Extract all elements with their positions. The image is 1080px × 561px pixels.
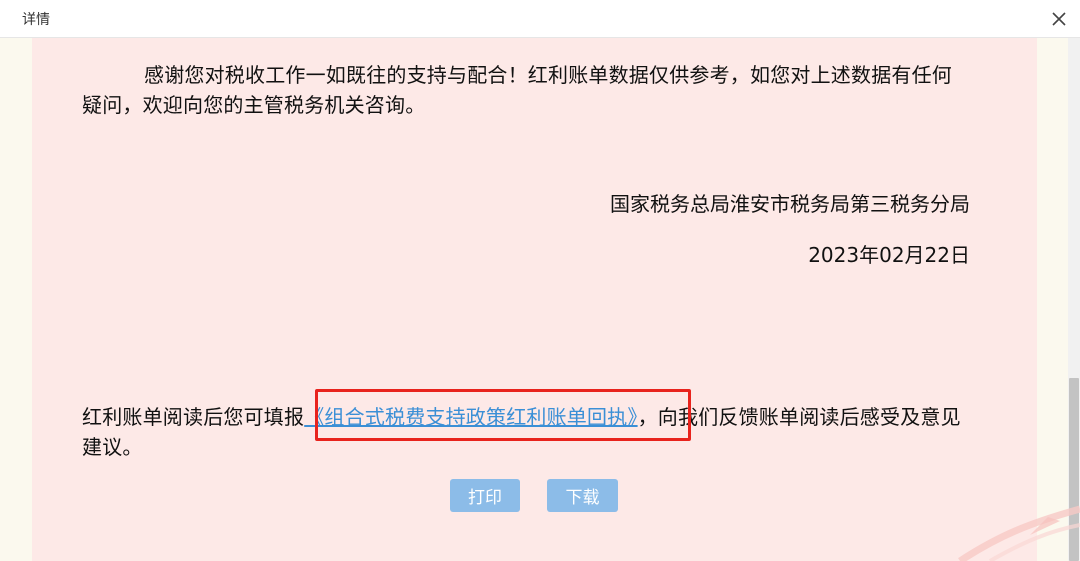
dialog-titlebar: 详情 bbox=[0, 0, 1080, 38]
close-icon bbox=[1052, 12, 1066, 26]
signature-date: 2023年02月22日 bbox=[808, 243, 970, 267]
receipt-form-link[interactable]: 《组合式税费支持政策红利账单回执》 bbox=[304, 405, 637, 429]
vertical-scrollbar[interactable] bbox=[1068, 38, 1080, 561]
download-button[interactable]: 下载 bbox=[547, 479, 618, 512]
right-margin bbox=[1037, 38, 1068, 561]
scrollbar-thumb[interactable] bbox=[1069, 378, 1079, 561]
left-margin bbox=[0, 38, 32, 561]
letter-content: 感谢您对税收工作一如既往的支持与配合！红利账单数据仅供参考，如您对上述数据有任何… bbox=[32, 38, 1037, 561]
signature-organization: 国家税务总局淮安市税务局第三税务分局 bbox=[610, 192, 970, 216]
close-button[interactable] bbox=[1046, 6, 1072, 32]
receipt-paragraph: 红利账单阅读后您可填报《组合式税费支持政策红利账单回执》，向我们反馈账单阅读后感… bbox=[82, 402, 970, 462]
print-button[interactable]: 打印 bbox=[450, 479, 520, 512]
thanks-paragraph: 感谢您对税收工作一如既往的支持与配合！红利账单数据仅供参考，如您对上述数据有任何… bbox=[82, 63, 952, 117]
receipt-prefix: 红利账单阅读后您可填报 bbox=[82, 405, 305, 429]
dialog-title: 详情 bbox=[22, 12, 50, 28]
